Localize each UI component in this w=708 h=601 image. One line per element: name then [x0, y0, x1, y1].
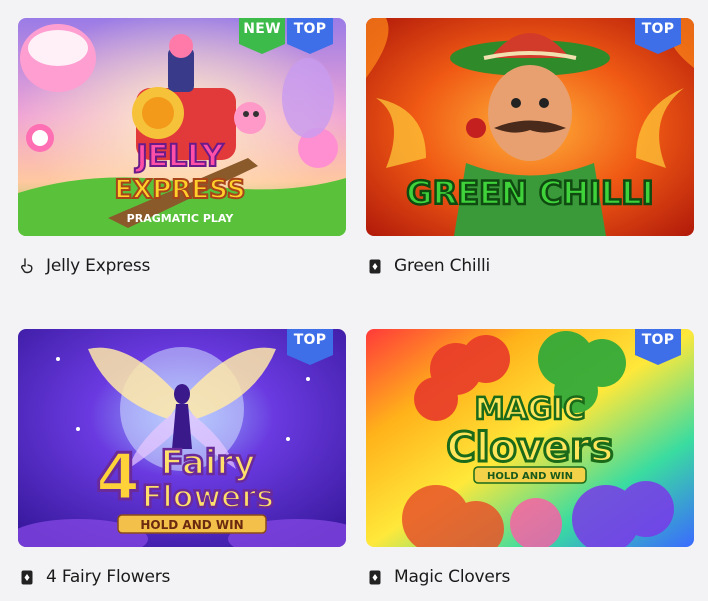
finger-icon — [20, 258, 34, 274]
art-logo-line2: Flowers — [142, 480, 274, 515]
game-thumbnail[interactable]: 4 Fairy Flowers HOLD AND WIN TOP — [18, 329, 346, 547]
game-name[interactable]: Green Chilli — [394, 256, 490, 276]
game-caption: Green Chilli — [368, 254, 490, 278]
game-thumbnail[interactable]: GREEN CHILLI TOP — [366, 18, 694, 236]
game-card-green-chilli[interactable]: GREEN CHILLI TOP Green Chilli — [366, 18, 694, 276]
art-logo: GREEN CHILLI — [406, 174, 653, 212]
art-subtitle: HOLD AND WIN — [487, 471, 573, 482]
game-thumbnail[interactable]: MAGIC Clovers HOLD AND WIN TOP — [366, 329, 694, 547]
game-caption: Jelly Express — [20, 254, 150, 278]
top-badge: TOP — [635, 329, 681, 365]
top-badge: TOP — [635, 18, 681, 54]
new-badge: NEW — [239, 18, 285, 54]
art-logo-line1: JELLY — [135, 139, 225, 174]
game-name[interactable]: Magic Clovers — [394, 567, 510, 587]
game-caption: Magic Clovers — [368, 565, 510, 589]
game-card-jelly-express[interactable]: JELLY EXPRESS PRAGMATIC PLAY NEW TOP Jel… — [18, 18, 346, 276]
game-name[interactable]: Jelly Express — [46, 256, 150, 276]
game-caption: 4 Fairy Flowers — [20, 565, 170, 589]
game-name[interactable]: 4 Fairy Flowers — [46, 567, 170, 587]
playing-card-icon — [368, 258, 382, 274]
top-badge: TOP — [287, 329, 333, 365]
art-logo-number: 4 — [96, 441, 141, 515]
game-card-4-fairy-flowers[interactable]: 4 Fairy Flowers HOLD AND WIN TOP 4 Fairy… — [18, 329, 346, 587]
art-logo-line1: Fairy — [161, 443, 256, 483]
art-logo-line1: MAGIC — [475, 392, 586, 427]
playing-card-icon — [20, 569, 34, 585]
art-provider-text: PRAGMATIC PLAY — [127, 212, 235, 225]
playing-card-icon — [368, 569, 382, 585]
art-subtitle: HOLD AND WIN — [140, 518, 243, 532]
art-logo-line2: Clovers — [446, 425, 613, 471]
top-badge: TOP — [287, 18, 333, 54]
game-thumbnail[interactable]: JELLY EXPRESS PRAGMATIC PLAY NEW TOP — [18, 18, 346, 236]
game-card-magic-clovers[interactable]: MAGIC Clovers HOLD AND WIN TOP Magic Clo… — [366, 329, 694, 587]
art-logo-line2: EXPRESS — [115, 175, 246, 205]
